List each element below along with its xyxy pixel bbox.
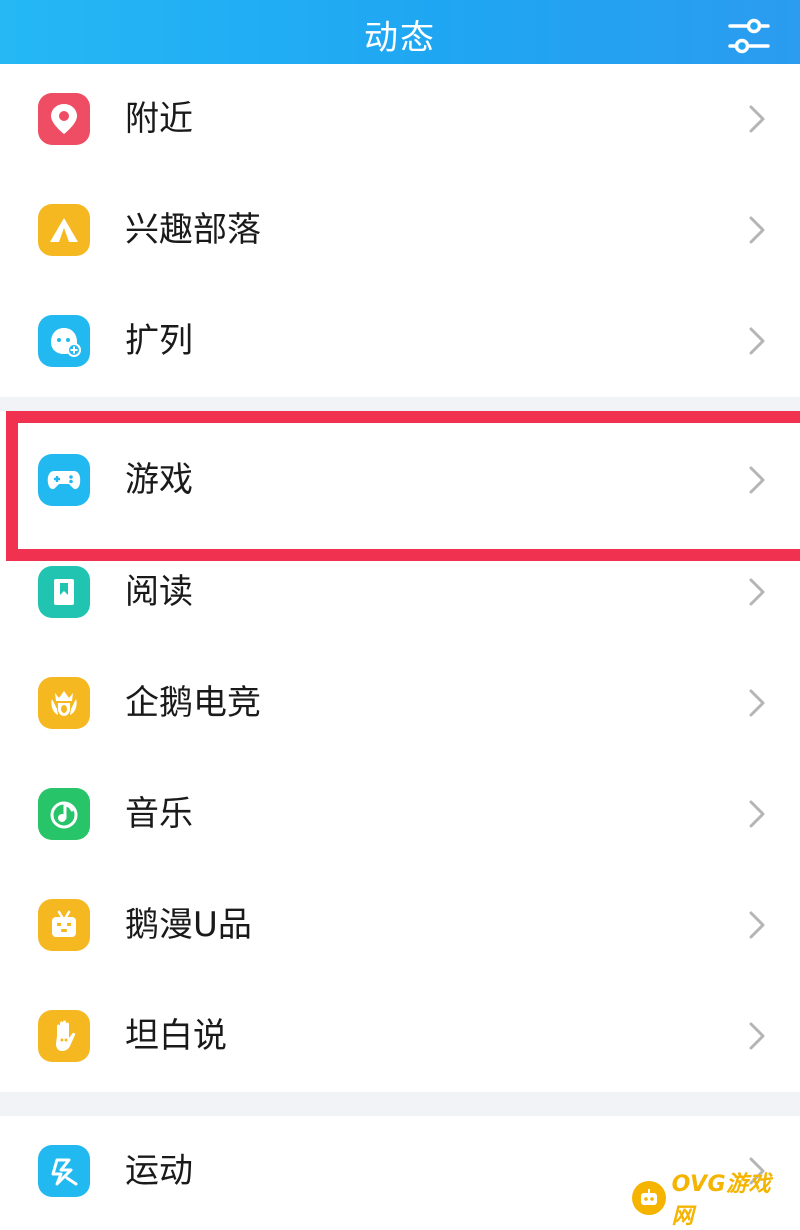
- list-item-eman-upin[interactable]: 鹅漫U品: [0, 870, 800, 981]
- item-label: 兴趣部落: [125, 210, 261, 250]
- item-label: 阅读: [125, 572, 193, 612]
- esports-crown-icon: [38, 677, 90, 729]
- tent-icon: [38, 204, 90, 256]
- item-label: 鹅漫U品: [125, 905, 252, 945]
- tv-mascot-icon: [38, 899, 90, 951]
- chevron-right-icon: [749, 216, 765, 244]
- list-item-games[interactable]: 游戏: [0, 423, 800, 537]
- chevron-right-icon: [749, 578, 765, 606]
- item-label: 坦白说: [125, 1016, 227, 1056]
- list-item-penguin-esports[interactable]: 企鹅电竞: [0, 648, 800, 759]
- item-label: 扩列: [125, 321, 193, 361]
- watermark-text: OVG游戏网: [671, 1172, 772, 1229]
- list-item-nearby[interactable]: 附近: [0, 64, 800, 175]
- chevron-right-icon: [749, 911, 765, 939]
- list-item-reading[interactable]: 阅读: [0, 537, 800, 648]
- runner-icon: [38, 1145, 90, 1197]
- item-label: 附近: [125, 99, 193, 139]
- raised-hand-icon: [38, 1010, 90, 1062]
- book-icon: [38, 566, 90, 618]
- list-item-confession[interactable]: 坦白说: [0, 981, 800, 1092]
- section-divider: [0, 1092, 800, 1116]
- list-item-interest-tribe[interactable]: 兴趣部落: [0, 175, 800, 286]
- chevron-right-icon: [749, 105, 765, 133]
- item-label: 游戏: [125, 460, 193, 500]
- item-label: 运动: [125, 1151, 193, 1191]
- list-item-music[interactable]: 音乐: [0, 759, 800, 870]
- item-label: 企鹅电竞: [125, 683, 261, 723]
- chevron-right-icon: [749, 689, 765, 717]
- page-title: 动态: [364, 18, 436, 58]
- robot-logo-icon: [632, 1181, 666, 1215]
- gamepad-icon: [38, 454, 90, 506]
- chevron-right-icon: [749, 1022, 765, 1050]
- chevron-right-icon: [749, 327, 765, 355]
- section-divider: [0, 397, 800, 411]
- music-note-icon: [38, 788, 90, 840]
- chevron-right-icon: [749, 800, 765, 828]
- chevron-right-icon: [749, 466, 765, 494]
- list-item-expand-friends[interactable]: 扩列: [0, 286, 800, 397]
- item-label: 音乐: [125, 794, 193, 834]
- watermark: OVG游戏网: [632, 1172, 792, 1229]
- location-pin-icon: [38, 93, 90, 145]
- sliders-icon[interactable]: [726, 14, 772, 60]
- add-friend-icon: [38, 315, 90, 367]
